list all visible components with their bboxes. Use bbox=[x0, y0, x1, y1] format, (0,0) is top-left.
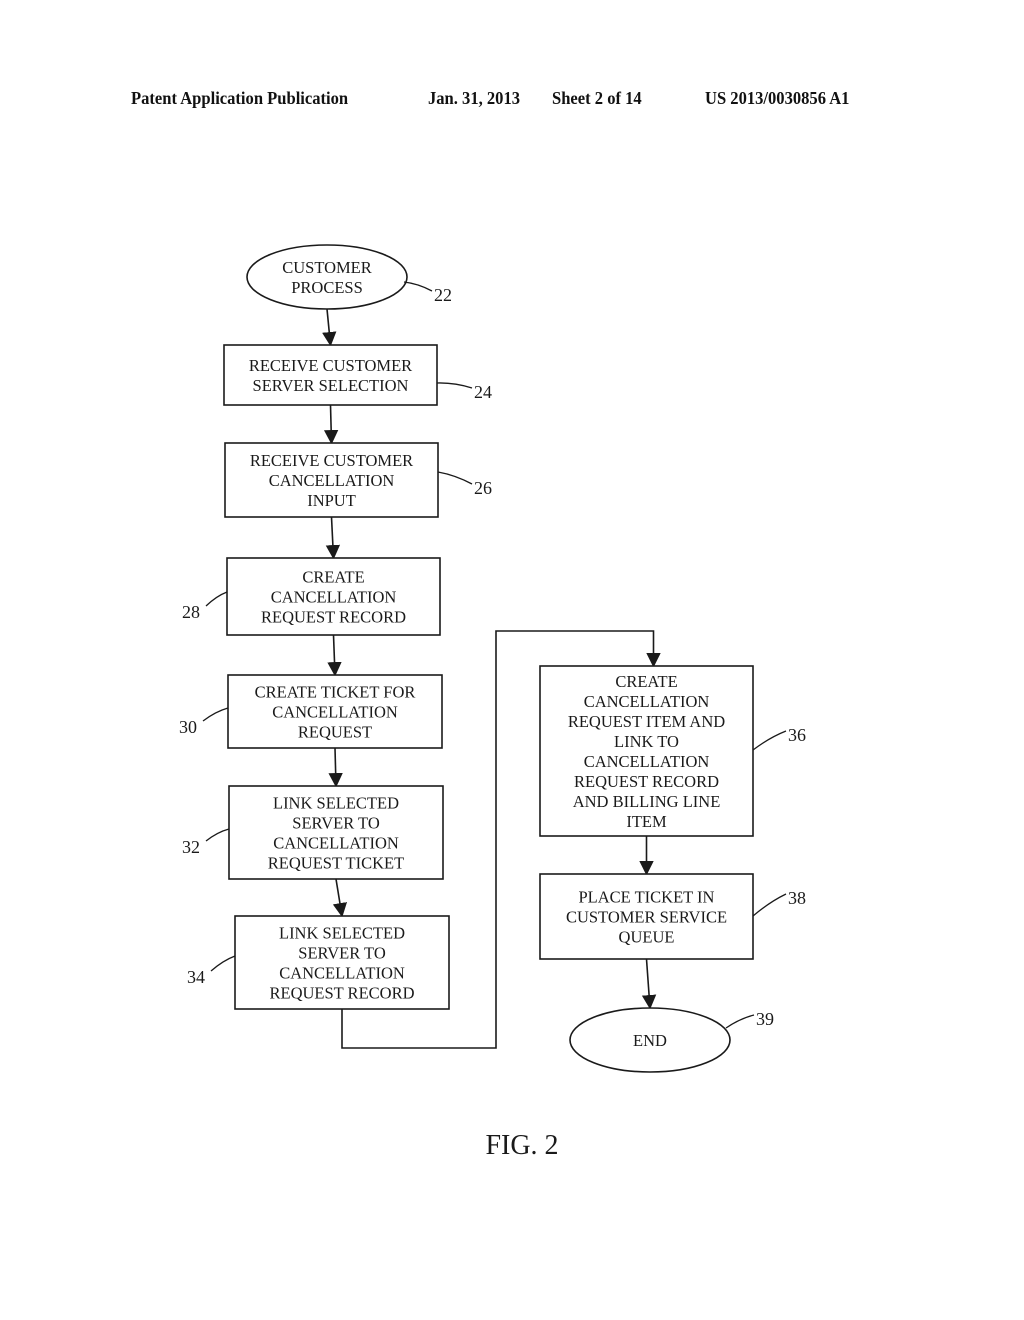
node-text-line: AND BILLING LINE bbox=[573, 792, 721, 811]
reference-leader-line bbox=[752, 730, 787, 751]
reference-numeral: 34 bbox=[187, 967, 205, 987]
node-text-line: LINK TO bbox=[614, 732, 679, 751]
node-text-line: CREATE TICKET FOR bbox=[255, 683, 416, 702]
node-text-line: PLACE TICKET IN bbox=[579, 888, 715, 907]
flowchart-node-28: CREATECANCELLATIONREQUEST RECORD 28 bbox=[182, 557, 441, 636]
flowchart: CUSTOMERPROCESS 22RECEIVE CUSTOMERSERVER … bbox=[179, 244, 806, 1073]
process-box bbox=[223, 344, 438, 406]
flow-arrow-30-32 bbox=[328, 747, 343, 788]
reference-leader-line bbox=[436, 382, 473, 389]
reference-numeral: 36 bbox=[788, 725, 806, 745]
flowchart-node-36: CREATECANCELLATIONREQUEST ITEM ANDLINK T… bbox=[539, 665, 806, 837]
node-text-line: REQUEST ITEM AND bbox=[568, 712, 725, 731]
reference-numeral: 30 bbox=[179, 717, 197, 737]
reference-numeral: 22 bbox=[434, 285, 452, 305]
flowchart-node-39: END 39 bbox=[569, 1007, 774, 1073]
reference-leader-line bbox=[437, 471, 473, 485]
node-text-line: SERVER SELECTION bbox=[253, 376, 409, 395]
node-text-line: RECEIVE CUSTOMER bbox=[250, 451, 413, 470]
reference-numeral: 28 bbox=[182, 602, 200, 622]
node-text-line: SERVER TO bbox=[298, 944, 386, 963]
reference-leader-line bbox=[205, 828, 230, 842]
node-text-line: REQUEST RECORD bbox=[261, 608, 406, 627]
reference-numeral: 24 bbox=[474, 382, 492, 402]
node-text-line: CANCELLATION bbox=[271, 588, 397, 607]
flowchart-node-34: LINK SELECTEDSERVER TOCANCELLATIONREQUES… bbox=[187, 915, 450, 1010]
node-text-line: END bbox=[633, 1031, 667, 1050]
node-text-line: CANCELLATION bbox=[584, 692, 710, 711]
reference-numeral: 26 bbox=[474, 478, 492, 498]
node-text-line: CANCELLATION bbox=[272, 703, 398, 722]
reference-numeral: 38 bbox=[788, 888, 806, 908]
flow-arrow-22-24 bbox=[322, 308, 337, 347]
reference-leader-line bbox=[205, 591, 228, 607]
node-text-line: LINK SELECTED bbox=[279, 924, 405, 943]
reference-leader-line bbox=[725, 1014, 755, 1029]
terminal-shape bbox=[246, 244, 408, 310]
flow-arrow-38-39 bbox=[641, 958, 657, 1010]
flowchart-node-24: RECEIVE CUSTOMERSERVER SELECTION 24 bbox=[223, 344, 492, 406]
flowchart-node-30: CREATE TICKET FORCANCELLATIONREQUEST 30 bbox=[179, 674, 443, 749]
flowchart-node-32: LINK SELECTEDSERVER TOCANCELLATIONREQUES… bbox=[182, 785, 444, 880]
reference-leader-line bbox=[210, 955, 236, 972]
node-text-line: CANCELLATION bbox=[273, 834, 399, 853]
node-text-line: CUSTOMER bbox=[282, 258, 372, 277]
reference-leader-line bbox=[202, 707, 229, 722]
node-text-line: CANCELLATION bbox=[269, 471, 395, 490]
node-text-line: PROCESS bbox=[291, 278, 363, 297]
node-text-line: QUEUE bbox=[619, 928, 675, 947]
node-text-line: CUSTOMER SERVICE bbox=[566, 908, 727, 927]
node-text-line: REQUEST bbox=[298, 723, 372, 742]
flow-arrow-24-26 bbox=[323, 404, 339, 445]
node-text-line: SERVER TO bbox=[292, 814, 380, 833]
flowchart-node-26: RECEIVE CUSTOMERCANCELLATIONINPUT 26 bbox=[224, 442, 492, 518]
flowchart-node-22: CUSTOMERPROCESS 22 bbox=[246, 244, 452, 310]
node-text-line: CREATE bbox=[302, 568, 364, 587]
flowchart-node-38: PLACE TICKET INCUSTOMER SERVICEQUEUE 38 bbox=[539, 873, 806, 960]
flow-arrow-32-34 bbox=[332, 878, 348, 918]
flow-arrow-28-30 bbox=[327, 634, 342, 677]
reference-numeral: 39 bbox=[756, 1009, 774, 1029]
node-text-line: CREATE bbox=[615, 672, 677, 691]
reference-leader-line bbox=[403, 281, 433, 292]
reference-leader-line bbox=[752, 893, 787, 917]
flow-arrow-26-28 bbox=[325, 516, 341, 560]
node-text-line: REQUEST TICKET bbox=[268, 854, 404, 873]
flowchart-nodes: CUSTOMERPROCESS 22RECEIVE CUSTOMERSERVER … bbox=[179, 244, 806, 1073]
node-text-line: ITEM bbox=[626, 812, 667, 831]
node-text-line: CANCELLATION bbox=[279, 964, 405, 983]
reference-numeral: 32 bbox=[182, 837, 200, 857]
node-text-line: REQUEST RECORD bbox=[574, 772, 719, 791]
figure-label: FIG. 2 bbox=[485, 1130, 559, 1161]
node-text-line: REQUEST RECORD bbox=[269, 984, 414, 1003]
node-text-line: RECEIVE CUSTOMER bbox=[249, 356, 412, 375]
node-text-line: INPUT bbox=[307, 491, 356, 510]
node-text-line: CANCELLATION bbox=[584, 752, 710, 771]
node-text-line: LINK SELECTED bbox=[273, 794, 399, 813]
